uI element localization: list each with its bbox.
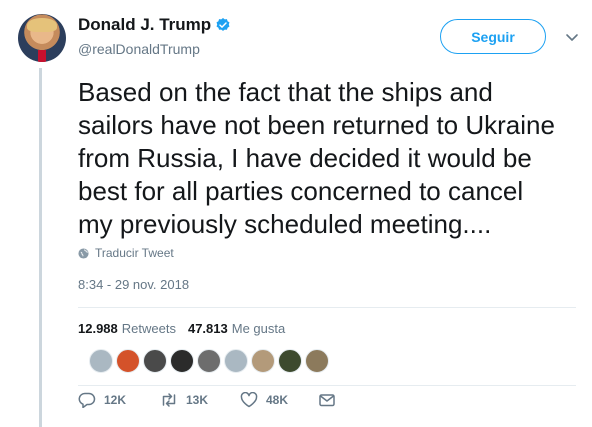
liker-avatars [89, 349, 329, 373]
avatar[interactable] [18, 14, 66, 62]
chevron-down-icon[interactable] [565, 30, 579, 44]
author-name-row: Donald J. Trump [78, 15, 231, 35]
liker-avatar[interactable] [170, 349, 194, 373]
translate-label[interactable]: Traducir Tweet [95, 246, 174, 260]
direct-message-button[interactable] [318, 392, 336, 408]
liker-avatar[interactable] [224, 349, 248, 373]
translate-tweet-link[interactable]: Traducir Tweet [78, 246, 174, 260]
liker-avatar[interactable] [278, 349, 302, 373]
like-button[interactable]: 48K [240, 392, 288, 408]
like-count: 48K [266, 393, 289, 407]
liker-avatar[interactable] [116, 349, 140, 373]
liker-avatar[interactable] [197, 349, 221, 373]
tweet-text-line: my previously scheduled meeting.... [78, 209, 492, 239]
tweet-text-line: sailors have not been returned to Ukrain… [78, 110, 555, 140]
liker-avatar[interactable] [89, 349, 113, 373]
liker-avatar[interactable] [305, 349, 329, 373]
retweet-icon [162, 393, 176, 407]
tweet-timestamp[interactable]: 8:34 - 29 nov. 2018 [78, 277, 189, 292]
tweet-text-line: from Russia, I have decided it would be [78, 143, 532, 173]
liker-avatar[interactable] [251, 349, 275, 373]
display-name[interactable]: Donald J. Trump [78, 15, 211, 35]
globe-icon [78, 247, 89, 259]
likes-label[interactable]: Me gusta [232, 321, 285, 336]
retweets-label[interactable]: Retweets [122, 321, 176, 336]
divider [78, 385, 576, 386]
retweet-count: 13K [186, 393, 209, 407]
verified-badge-icon [216, 18, 230, 31]
retweets-count[interactable]: 12.988 [78, 321, 118, 336]
tweet-text-line: best for all parties concerned to cancel [78, 176, 524, 206]
thread-line [39, 68, 42, 427]
heart-icon [240, 392, 258, 408]
user-handle[interactable]: @realDonaldTrump [78, 41, 200, 57]
retweet-button[interactable]: 13K [160, 392, 208, 408]
engagement-stats: 12.988 Retweets 47.813 Me gusta [78, 321, 297, 336]
follow-button[interactable]: Seguir [440, 19, 546, 54]
envelope-icon [319, 394, 335, 407]
tweet-text-line: Based on the fact that the ships and [78, 77, 493, 107]
liker-avatar[interactable] [143, 349, 167, 373]
likes-count[interactable]: 47.813 [188, 321, 228, 336]
reply-button[interactable]: 12K [78, 392, 126, 408]
divider [78, 307, 576, 308]
reply-count: 12K [104, 393, 127, 407]
reply-icon [78, 392, 96, 408]
tweet-text: Based on the fact that the ships and sai… [78, 76, 588, 241]
